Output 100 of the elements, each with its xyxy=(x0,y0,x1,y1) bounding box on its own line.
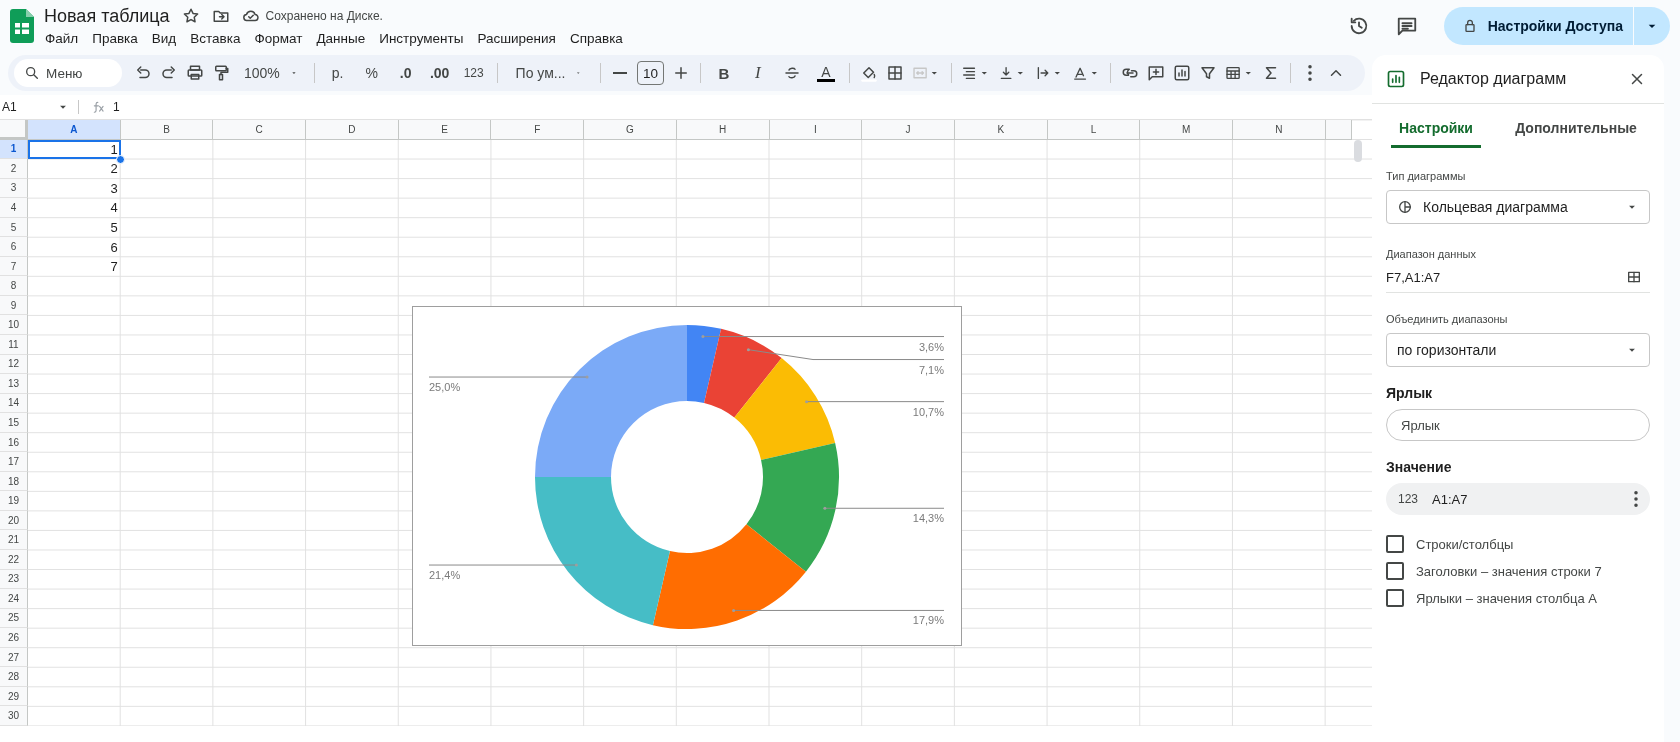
tab[interactable]: Настройки xyxy=(1391,110,1481,148)
tab[interactable]: Дополнительные xyxy=(1507,110,1645,148)
row-header[interactable]: 4 xyxy=(0,198,28,218)
menu-item[interactable]: Справка xyxy=(562,29,630,47)
menu-item[interactable]: Формат xyxy=(247,29,310,47)
currency-format-button[interactable]: р. xyxy=(324,59,351,87)
row-header[interactable]: 23 xyxy=(0,569,28,590)
grid-icon[interactable] xyxy=(1626,269,1642,285)
menu-item[interactable]: Данные xyxy=(309,29,373,47)
row-header[interactable]: 13 xyxy=(0,374,28,394)
menu-item[interactable]: Вставка xyxy=(183,29,248,47)
row-header[interactable]: 5 xyxy=(0,217,28,238)
fill-handle[interactable] xyxy=(116,155,125,164)
row-header[interactable]: 3 xyxy=(0,178,28,199)
donut-slice[interactable] xyxy=(746,442,839,572)
column-header[interactable]: E xyxy=(398,120,492,140)
chart-type-dropdown[interactable]: Кольцевая диаграмма xyxy=(1386,190,1650,224)
column-header[interactable]: A xyxy=(28,120,121,140)
fill-color-icon xyxy=(859,64,878,82)
increase-decimals-button[interactable]: .00 xyxy=(426,59,453,87)
column-header[interactable]: G xyxy=(584,120,677,140)
checkbox[interactable] xyxy=(1386,562,1404,580)
column-header[interactable]: H xyxy=(676,120,770,140)
spreadsheet-logo-icon[interactable] xyxy=(10,9,34,43)
column-header[interactable]: N xyxy=(1232,120,1326,140)
label-input-field[interactable]: Ярлык xyxy=(1386,409,1650,441)
donut-slice[interactable] xyxy=(652,524,806,629)
row-header[interactable]: 24 xyxy=(0,589,28,609)
row-header[interactable]: 22 xyxy=(0,550,28,570)
formula-text[interactable]: 1 xyxy=(113,100,120,114)
row-header[interactable]: 8 xyxy=(0,276,28,296)
donut-slice[interactable] xyxy=(687,325,722,403)
table-cell-text: 5 xyxy=(109,219,119,237)
row-header[interactable]: 9 xyxy=(0,295,28,316)
menu-item[interactable]: Вид xyxy=(144,29,184,47)
data-label: 14,3% xyxy=(912,512,944,525)
checkbox[interactable] xyxy=(1386,589,1404,607)
menu-item[interactable]: Правка xyxy=(85,29,145,47)
corner-cell[interactable] xyxy=(0,120,28,140)
row-header[interactable]: 10 xyxy=(0,315,28,335)
row-header[interactable]: 11 xyxy=(0,335,28,355)
row-header[interactable]: 12 xyxy=(0,354,28,375)
chart-frame[interactable]: 3,6% 7,1% 10,7% 14,3% 17,9% 21,4% 25,0% xyxy=(412,306,962,646)
column-header[interactable]: C xyxy=(213,120,307,140)
column-header[interactable]: B xyxy=(120,120,214,140)
font-size-field[interactable]: 10 xyxy=(636,61,664,85)
row-header[interactable]: 27 xyxy=(0,647,28,668)
column-header[interactable]: K xyxy=(954,120,1048,140)
column-header[interactable]: M xyxy=(1140,120,1233,140)
scrollbar-thumb[interactable] xyxy=(1354,140,1362,162)
row-header[interactable]: 18 xyxy=(0,471,28,492)
bold-button[interactable]: B xyxy=(710,59,737,87)
row-header[interactable]: 20 xyxy=(0,510,28,531)
combine-ranges-dropdown[interactable]: по горизонтали xyxy=(1386,333,1650,367)
row-header[interactable]: 19 xyxy=(0,491,28,511)
comment-icon[interactable] xyxy=(1395,15,1418,37)
row-header[interactable]: 1 xyxy=(0,139,28,160)
column-header[interactable]: J xyxy=(862,120,955,140)
row-header[interactable]: 21 xyxy=(0,530,28,551)
more-icon[interactable] xyxy=(1634,491,1638,507)
row-header[interactable]: 28 xyxy=(0,667,28,687)
donut-slice[interactable] xyxy=(704,328,782,418)
share-button[interactable]: Настройки Доступа xyxy=(1443,7,1670,45)
row-header[interactable]: 30 xyxy=(0,706,28,726)
italic-button[interactable]: I xyxy=(744,59,771,87)
row-header[interactable]: 2 xyxy=(0,159,28,179)
column-header[interactable]: I xyxy=(769,120,863,140)
menu-item[interactable]: Расширения xyxy=(470,29,563,47)
menu-item[interactable]: Файл xyxy=(38,29,86,47)
number-format-button[interactable]: 123 xyxy=(460,59,487,87)
row-header[interactable]: 29 xyxy=(0,686,28,707)
selected-cell[interactable]: 1 xyxy=(28,139,121,160)
column-header[interactable]: F xyxy=(491,120,585,140)
value-series-chip[interactable]: 123 A1:A7 xyxy=(1386,483,1650,515)
document-title[interactable]: Новая таблица xyxy=(44,5,170,27)
row-header[interactable]: 15 xyxy=(0,413,28,433)
percent-format-button[interactable]: % xyxy=(358,59,385,87)
checkbox[interactable] xyxy=(1386,535,1404,553)
row-header[interactable]: 6 xyxy=(0,237,28,257)
donut-slice[interactable] xyxy=(535,477,670,626)
column-header[interactable]: L xyxy=(1047,120,1141,140)
decrease-decimals-button[interactable]: .0 xyxy=(392,59,419,87)
value-range-text: A1:A7 xyxy=(1432,491,1469,507)
menu-item[interactable]: Инструменты xyxy=(372,29,471,47)
row-header[interactable]: 25 xyxy=(0,608,28,629)
cell-reference[interactable]: A1 xyxy=(2,100,17,114)
row-header[interactable]: 17 xyxy=(0,452,28,472)
star-icon[interactable] xyxy=(181,7,200,25)
row-header[interactable]: 26 xyxy=(0,628,28,648)
row-header[interactable]: 16 xyxy=(0,432,28,453)
donut-slice[interactable] xyxy=(734,358,836,460)
row-header[interactable]: 14 xyxy=(0,393,28,414)
table-cell-text: 6 xyxy=(109,238,119,257)
column-header[interactable]: D xyxy=(306,120,399,140)
font-dropdown[interactable]: По ум... xyxy=(511,59,586,87)
row-header[interactable]: 7 xyxy=(0,256,28,277)
text-color-button[interactable]: A xyxy=(812,59,839,87)
data-range-field[interactable]: F7,A1:A7 xyxy=(1386,269,1441,285)
zoom-dropdown[interactable]: 100% xyxy=(240,59,302,87)
menu-search-field[interactable]: Меню xyxy=(14,59,122,87)
